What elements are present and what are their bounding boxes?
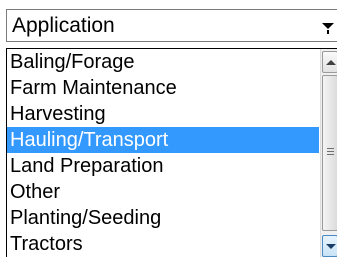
option-land-preparation[interactable]: Land Preparation: [7, 153, 319, 179]
chevron-down-icon: [322, 23, 334, 29]
combobox-value: Application: [12, 14, 115, 37]
chevron-down-icon-stem: [327, 30, 329, 34]
option-tractors[interactable]: Tractors: [7, 231, 319, 257]
scroll-up-button[interactable]: [322, 51, 337, 73]
option-hauling-transport[interactable]: Hauling/Transport: [7, 127, 319, 153]
option-other[interactable]: Other: [7, 179, 319, 205]
application-combobox[interactable]: Application: [6, 9, 337, 42]
scroll-up-arrow-icon: [326, 60, 336, 65]
option-harvesting[interactable]: Harvesting: [7, 101, 319, 127]
dropdown-list[interactable]: Baling/Forage Farm Maintenance Harvestin…: [6, 48, 337, 257]
scroll-down-button[interactable]: [322, 235, 337, 257]
scroll-down-arrow-icon: [326, 244, 336, 249]
grip-icon: [327, 154, 334, 155]
option-baling-forage[interactable]: Baling/Forage: [7, 49, 319, 75]
combobox-dropdown-button[interactable]: [317, 11, 337, 40]
option-planting-seeding[interactable]: Planting/Seeding: [7, 205, 319, 231]
scrollbar-thumb[interactable]: [322, 75, 337, 231]
grip-icon: [327, 151, 334, 152]
option-list: Baling/Forage Farm Maintenance Harvestin…: [7, 49, 319, 257]
option-farm-maintenance[interactable]: Farm Maintenance: [7, 75, 319, 101]
grip-icon: [327, 148, 334, 149]
vertical-scrollbar[interactable]: [320, 49, 337, 257]
